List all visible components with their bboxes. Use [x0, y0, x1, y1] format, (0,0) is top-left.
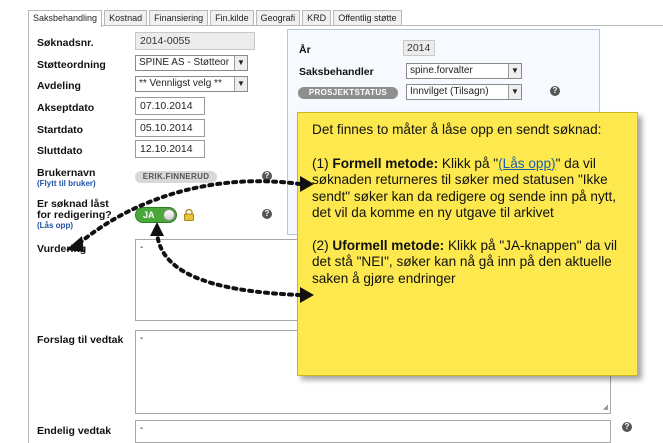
annotation-callout: Det finnes to måter å låse opp en sendt … — [297, 112, 638, 376]
tab-fin-kilde[interactable]: Fin.kilde — [210, 10, 254, 26]
avdeling-select[interactable]: ** Vennligst velg ** ▼ — [135, 76, 248, 92]
last-label-line2: for redigering? — [37, 209, 112, 221]
saksbehandler-value: spine.forvalter — [410, 65, 473, 76]
chevron-down-icon: ▼ — [508, 85, 521, 99]
saksbehandler-label: Saksbehandler — [299, 66, 374, 78]
avdeling-value: ** Vennligst velg ** — [139, 78, 222, 89]
brukernavn-label: Brukernavn — [37, 167, 96, 179]
vurdering-label: Vurdering — [37, 243, 87, 255]
akseptdato-label: Akseptdato — [37, 102, 95, 114]
stotteordning-value: SPINE AS - Støtteor — [139, 57, 230, 68]
forslag-value: - — [140, 333, 144, 344]
chevron-down-icon: ▼ — [234, 56, 247, 70]
stotteordning-select[interactable]: SPINE AS - Støtteor ▼ — [135, 55, 248, 71]
chevron-down-icon: ▼ — [508, 64, 521, 78]
tab-geografi[interactable]: Geografi — [255, 10, 301, 26]
method-1-link[interactable]: (Lås opp) — [498, 156, 555, 171]
sluttdato-field[interactable]: 12.10.2014 — [135, 140, 205, 158]
chevron-down-icon: ▼ — [234, 77, 247, 91]
method-1-text-a: Klikk på " — [438, 155, 499, 171]
endelig-value: - — [140, 423, 144, 434]
resize-handle-icon[interactable]: ◢ — [603, 403, 608, 411]
las-opp-link[interactable]: (Lås opp) — [37, 221, 73, 230]
endelig-label: Endelig vedtak — [37, 425, 112, 437]
prosjektstatus-select[interactable]: Innvilget (Tilsagn) ▼ — [406, 84, 522, 100]
help-icon[interactable]: ? — [262, 209, 272, 219]
callout-intro: Det finnes to måter å låse opp en sendt … — [312, 122, 602, 137]
tab-offentlig-stotte[interactable]: Offentlig støtte — [333, 10, 402, 26]
avdeling-label: Avdeling — [37, 80, 81, 92]
forslag-label: Forslag til vedtak — [37, 334, 124, 346]
brukernavn-badge: ERIK.FINNERUD — [135, 171, 217, 183]
help-icon[interactable]: ? — [550, 86, 560, 96]
locked-toggle[interactable]: JA — [135, 207, 177, 223]
tab-bar: Saksbehandling Kostnad Finansiering Fin.… — [28, 10, 404, 27]
akseptdato-field[interactable]: 07.10.2014 — [135, 97, 205, 115]
ar-label: År — [299, 44, 311, 56]
tab-finansiering[interactable]: Finansiering — [149, 10, 209, 26]
saksbehandler-select[interactable]: spine.forvalter ▼ — [406, 63, 522, 79]
sluttdato-label: Sluttdato — [37, 145, 83, 157]
prosjektstatus-value: Innvilget (Tilsagn) — [410, 86, 489, 97]
startdato-label: Startdato — [37, 124, 84, 136]
callout-method-1: (1) Formell metode: Klikk på "(Lås opp)"… — [312, 156, 627, 222]
method-1-number: (1) — [312, 155, 333, 171]
prosjektstatus-badge: PROSJEKTSTATUS — [298, 87, 398, 99]
help-icon[interactable]: ? — [262, 171, 272, 181]
method-2-number: (2) — [312, 237, 333, 253]
endelig-textarea[interactable]: - — [135, 420, 611, 443]
method-2-title: Uformell metode: — [332, 237, 445, 253]
callout-method-2: (2) Uformell metode: Klikk på "JA-knappe… — [312, 238, 627, 288]
tab-kostnad[interactable]: Kostnad — [104, 10, 148, 26]
method-1-title: Formell metode: — [332, 155, 439, 171]
tab-saksbehandling[interactable]: Saksbehandling — [28, 10, 103, 27]
lock-icon — [184, 208, 194, 224]
soknadsnr-label: Søknadsnr. — [37, 37, 94, 49]
tab-krd[interactable]: KRD — [302, 10, 332, 26]
vurdering-value: - — [140, 242, 144, 253]
startdato-field[interactable]: 05.10.2014 — [135, 119, 205, 137]
help-icon[interactable]: ? — [622, 422, 632, 432]
soknadsnr-field: 2014-0055 — [135, 32, 255, 50]
stotteordning-label: Støtteordning — [37, 59, 106, 71]
toggle-knob — [163, 209, 175, 221]
toggle-label: JA — [143, 210, 155, 220]
flytt-til-bruker-link[interactable]: (Flytt til bruker) — [37, 179, 96, 188]
ar-field: 2014 — [403, 40, 435, 56]
